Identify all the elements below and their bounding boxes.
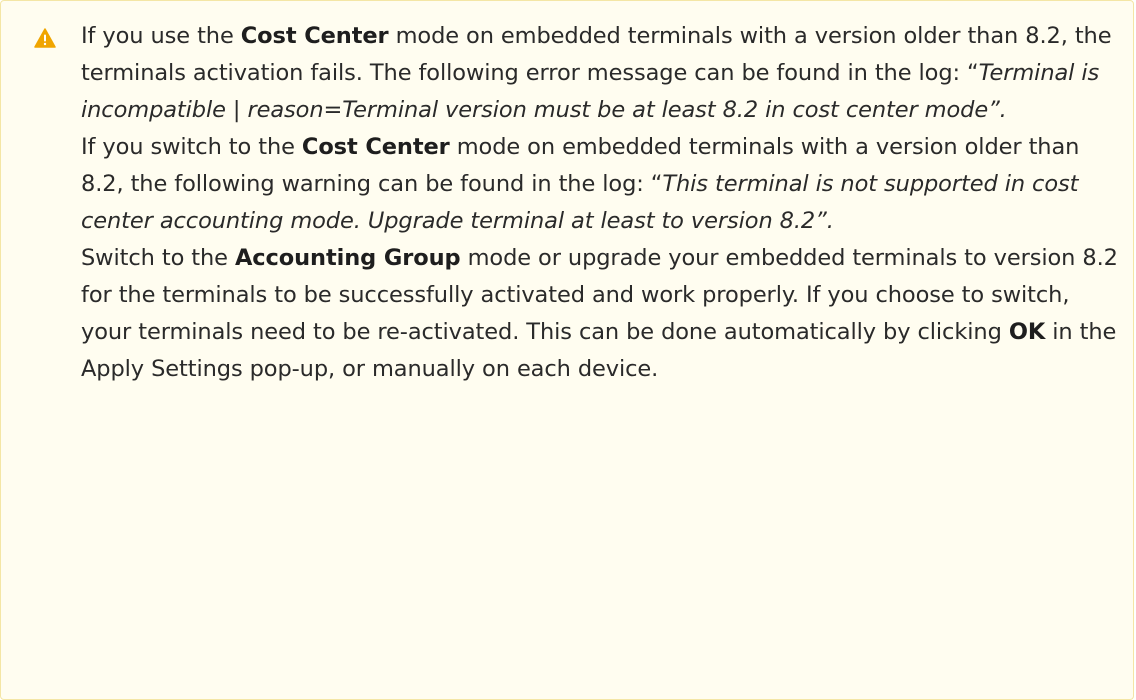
- warning-icon: [34, 28, 56, 48]
- cost-center-term: Cost Center: [240, 23, 389, 49]
- warning-notice: If you use the Cost Center mode on embed…: [0, 0, 1134, 700]
- notice-paragraph-1: If you use the Cost Center mode on embed…: [81, 23, 1112, 123]
- notice-content: If you use the Cost Center mode on embed…: [81, 18, 1121, 388]
- ok-term: OK: [1008, 319, 1046, 345]
- notice-paragraph-2: If you switch to the Cost Center mode on…: [81, 134, 1080, 234]
- notice-paragraph-3: Switch to the Accounting Group mode or u…: [81, 245, 1118, 382]
- accounting-group-term: Accounting Group: [234, 245, 461, 271]
- cost-center-term: Cost Center: [301, 134, 450, 160]
